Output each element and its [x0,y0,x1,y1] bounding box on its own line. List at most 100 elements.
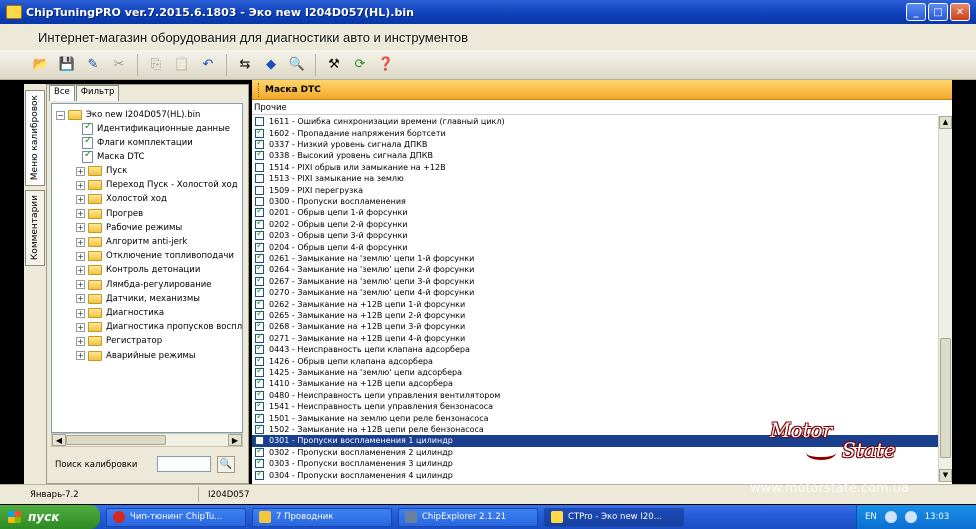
calibration-tree[interactable]: − Эко new I204D057(HL).bin Идентификацио… [51,103,243,433]
dtc-row[interactable]: 1513 - PIXI замыкание на землю [252,173,938,184]
dtc-row[interactable]: 1426 - Обрыв цепи клапана адсорбера [252,355,938,366]
dtc-row[interactable]: 1410 - Замыкание на +12В цепи адсорбера [252,377,938,389]
tools-icon[interactable]: ⚒ [323,54,345,76]
expand-icon[interactable]: + [76,166,85,176]
diamond-icon[interactable]: ◆ [260,54,282,76]
tree-folder-item[interactable]: + Аварийные режимы [76,349,196,363]
dtc-row[interactable]: 0264 - Замыкание на 'землю' цепи 2-й фор… [252,263,938,275]
copy-icon[interactable]: ⎘ [145,54,167,76]
dtc-row[interactable]: 0201 - Обрыв цепи 1-й форсунки [252,206,938,218]
dtc-checkbox[interactable] [255,229,264,241]
dtc-checkbox[interactable] [255,298,264,309]
dtc-checkbox[interactable] [255,196,264,206]
dtc-checkbox[interactable] [255,138,264,149]
tree-folder-item[interactable]: + Лямбда-регулирование [76,278,212,292]
dtc-row[interactable]: 0202 - Обрыв цепи 2-й форсунки [252,218,938,230]
tree-file-item[interactable]: Маска DTC [82,149,144,164]
tree-folder-item[interactable]: + Переход Пуск - Холостой ход [76,178,238,192]
dtc-checkbox[interactable] [255,174,264,184]
open-folder-icon[interactable]: 📂 [30,54,52,76]
maximize-button[interactable]: □ [928,3,948,21]
expand-icon[interactable]: + [76,194,85,204]
collapse-icon[interactable]: − [56,110,65,120]
dtc-checkbox[interactable] [255,252,264,263]
dtc-checkbox[interactable] [255,149,264,161]
dtc-row[interactable]: 0480 - Неисправность цепи управления вен… [252,389,938,401]
minimize-button[interactable]: _ [906,3,926,21]
dtc-row[interactable]: 0262 - Замыкание на +12В цепи 1-й форсун… [252,298,938,309]
tree-folder-item[interactable]: + Рабочие режимы [76,221,182,235]
scroll-left-icon[interactable]: ◀ [52,434,66,446]
tree-horizontal-scrollbar[interactable]: ◀ ▶ [51,433,243,447]
task-chipexplorer[interactable]: ChipExplorer 2.1.21 [398,507,538,527]
dtc-row[interactable]: 0268 - Замыкание на +12В цепи 3-й форсун… [252,320,938,332]
dtc-row[interactable]: 0443 - Неисправность цепи клапана адсорб… [252,343,938,355]
dtc-checkbox[interactable] [255,412,264,423]
dtc-checkbox[interactable] [255,127,264,138]
dtc-row[interactable]: 1611 - Ошибка синхронизации времени (гла… [252,116,938,127]
save-as-icon[interactable]: ✎ [82,54,104,76]
search-input[interactable] [157,456,211,472]
expand-icon[interactable]: + [76,251,85,261]
search-icon[interactable]: 🔍 [286,54,308,76]
dtc-checkbox[interactable] [255,332,264,343]
dtc-row[interactable]: 1514 - PIXI обрыв или замыкание на +12В [252,162,938,173]
network-icon[interactable] [884,511,897,523]
dtc-checkbox[interactable] [255,162,264,172]
undo-icon[interactable]: ↶ [197,54,219,76]
expand-icon[interactable]: + [76,322,85,332]
expand-icon[interactable]: + [76,351,85,361]
volume-icon[interactable] [904,511,917,523]
dtc-row[interactable]: 0270 - Замыкание на 'землю' цепи 4-й фор… [252,286,938,298]
dtc-checkbox[interactable] [255,343,264,355]
help-icon[interactable]: ❓ [375,54,397,76]
tree-root[interactable]: − Эко new I204D057(HL).bin [56,108,200,122]
scroll-down-icon[interactable]: ▼ [939,469,952,482]
dtc-row[interactable]: 0267 - Замыкание на 'землю' цепи 3-й фор… [252,275,938,287]
dtc-checkbox[interactable] [255,206,264,218]
dtc-checkbox[interactable] [255,309,264,320]
dtc-vertical-scrollbar[interactable]: ▲ ▼ [938,116,952,482]
dtc-row[interactable]: 0261 - Замыкание на 'землю' цепи 1-й фор… [252,252,938,264]
tree-file-item[interactable]: Идентификационные данные [82,121,230,136]
dtc-checkbox[interactable] [255,263,264,275]
dtc-row[interactable]: 0204 - Обрыв цепи 4-й форсунки [252,241,938,252]
tree-folder-item[interactable]: + Диагностика пропусков воспламенения [76,320,242,334]
scroll-thumb[interactable] [66,435,166,445]
expand-icon[interactable]: + [76,265,85,275]
dtc-checkbox[interactable] [255,469,264,480]
dtc-row[interactable]: 0337 - Низкий уровень сигнала ДПКВ [252,138,938,150]
dtc-row[interactable]: 1425 - Замыкание на 'землю' цепи адсорбе… [252,366,938,378]
tree-folder-item[interactable]: + Регистратор [76,334,162,348]
close-button[interactable]: ✕ [950,3,970,21]
search-button[interactable]: 🔍 [217,456,235,473]
task-chiptuning[interactable]: Чип-тюнинг ChipTu... [106,507,246,527]
dtc-row[interactable]: 0338 - Высокий уровень сигнала ДПКВ [252,149,938,161]
dtc-checkbox[interactable] [255,389,264,400]
task-ctpro[interactable]: CTPro - Эко new I20... [544,507,684,527]
paste-icon[interactable]: 📋 [171,54,193,76]
scroll-thumb[interactable] [940,338,951,458]
scroll-right-icon[interactable]: ▶ [228,434,242,446]
task-explorer[interactable]: 7 Проводник [252,507,392,527]
expand-icon[interactable]: + [76,308,85,318]
dtc-checkbox[interactable] [255,446,264,457]
dtc-checkbox[interactable] [255,275,264,286]
expand-icon[interactable]: + [76,294,85,304]
tab-comments[interactable]: Комментарии [25,190,45,266]
tree-file-item[interactable]: Флаги комплектации [82,135,193,150]
expand-icon[interactable]: + [76,223,85,233]
dtc-checkbox[interactable] [255,366,264,377]
dtc-checkbox[interactable] [255,355,264,366]
dtc-checkbox[interactable] [255,286,264,298]
tab-all[interactable]: Все [49,85,75,101]
tree-folder-item[interactable]: + Диагностика [76,306,164,320]
tree-folder-item[interactable]: + Холостой ход [76,192,167,206]
tab-filter[interactable]: Фильтр [75,85,120,101]
compare-icon[interactable]: ⇆ [234,54,256,76]
tree-folder-item[interactable]: + Отключение топливоподачи [76,249,234,263]
dtc-checkbox[interactable] [255,457,264,469]
dtc-checkbox[interactable] [255,185,264,195]
dtc-row[interactable]: 0304 - Пропуски воспламенения 4 цилиндр [252,469,938,480]
tree-folder-item[interactable]: + Контроль детонации [76,263,200,277]
